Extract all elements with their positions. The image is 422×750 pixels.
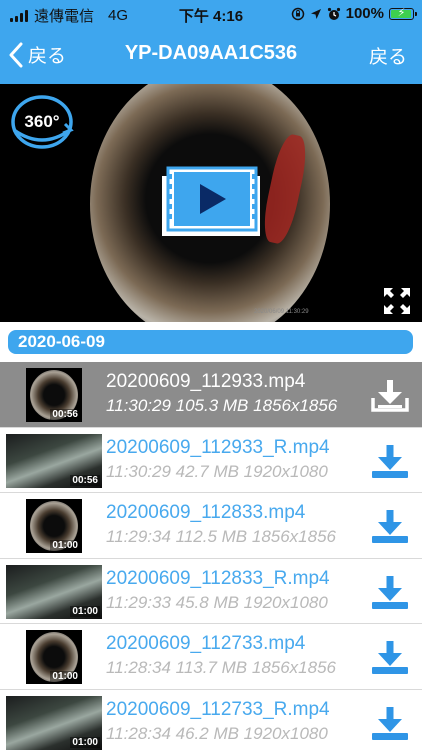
file-name: 20200609_112933.mp4 bbox=[106, 371, 306, 392]
file-name: 20200609_112833.mp4 bbox=[106, 502, 306, 523]
alarm-icon bbox=[327, 7, 340, 20]
download-icon[interactable] bbox=[370, 442, 410, 480]
file-name: 20200609_112933_R.mp4 bbox=[106, 436, 330, 458]
download-icon[interactable] bbox=[370, 376, 410, 414]
video-duration: 01:00 bbox=[70, 605, 100, 617]
battery-icon: ⚡ bbox=[389, 7, 417, 20]
video-duration: 01:00 bbox=[70, 736, 100, 748]
360-badge-text: 360° bbox=[24, 112, 59, 131]
back-button[interactable]: 戻る bbox=[8, 41, 66, 68]
video-thumbnail: 01:00 bbox=[26, 499, 82, 553]
video-duration: 00:56 bbox=[70, 474, 100, 486]
download-icon[interactable] bbox=[370, 573, 410, 611]
file-details: 11:28:34 113.7 MB 1856x1856 bbox=[106, 658, 336, 677]
navigation-bar: 戻る YP-DA09AA1C536 戻る bbox=[0, 28, 422, 84]
file-name: 20200609_112833_R.mp4 bbox=[106, 567, 330, 589]
file-list-item[interactable]: 00:56 20200609_112933.mp4 11:30:29 105.3 M… bbox=[0, 362, 422, 428]
video-thumbnail: 01:00 bbox=[26, 630, 82, 684]
file-list-item[interactable]: 01:00 20200609_112733.mp4 11:28:34 113.7 M… bbox=[0, 624, 422, 690]
video-thumbnail: 00:56 bbox=[6, 433, 102, 488]
video-duration: 00:56 bbox=[50, 409, 80, 420]
file-details: 11:28:34 46.2 MB 1920x1080 bbox=[106, 723, 328, 743]
rotation-lock-icon bbox=[291, 7, 304, 20]
return-button[interactable]: 戻る bbox=[369, 42, 407, 69]
file-details: 11:30:29 42.7 MB 1920x1080 bbox=[106, 461, 328, 481]
video-thumbnail: 01:00 bbox=[6, 695, 102, 750]
video-file-list: 00:56 20200609_112933.mp4 11:30:29 105.3 M… bbox=[0, 362, 422, 750]
file-details: 11:29:33 45.8 MB 1920x1080 bbox=[106, 592, 328, 612]
battery-percent: 100% bbox=[345, 5, 384, 22]
video-thumbnail: 01:00 bbox=[6, 564, 102, 619]
file-details: 11:29:34 112.5 MB 1856x1856 bbox=[106, 527, 336, 546]
360-view-icon[interactable]: 360° bbox=[10, 94, 74, 150]
play-video-button[interactable] bbox=[160, 166, 262, 238]
video-player[interactable]: 360° 2020/06/09 11:30:29 bbox=[0, 84, 422, 322]
back-button-label: 戻る bbox=[28, 46, 67, 67]
download-icon[interactable] bbox=[370, 704, 410, 742]
file-list-item[interactable]: 01:00 20200609_112733_R.mp4 11:28:34 46.2 … bbox=[0, 690, 422, 750]
file-details: 11:30:29 105.3 MB 1856x1856 bbox=[106, 396, 338, 415]
download-icon[interactable] bbox=[370, 507, 410, 545]
fullscreen-icon[interactable] bbox=[382, 286, 412, 316]
download-icon[interactable] bbox=[370, 638, 410, 676]
file-list-item[interactable]: 01:00 20200609_112833.mp4 11:29:34 112.5 M… bbox=[0, 493, 422, 559]
status-bar: 遠傳電信 4G 下午 4:16 100% ⚡ bbox=[0, 0, 422, 28]
file-list-item[interactable]: 00:56 20200609_112933_R.mp4 11:30:29 42.7 … bbox=[0, 428, 422, 493]
file-name: 20200609_112733.mp4 bbox=[106, 633, 306, 654]
video-overlay-timestamp: 2020/06/09 11:30:29 bbox=[254, 309, 309, 315]
file-name: 20200609_112733_R.mp4 bbox=[106, 698, 330, 720]
location-icon bbox=[310, 8, 321, 19]
video-thumbnail: 00:56 bbox=[26, 368, 82, 422]
date-section-header: 2020-06-09 bbox=[8, 330, 413, 354]
file-list-item[interactable]: 01:00 20200609_112833_R.mp4 11:29:33 45.8 … bbox=[0, 559, 422, 624]
video-duration: 01:00 bbox=[50, 671, 80, 682]
video-duration: 01:00 bbox=[50, 540, 80, 551]
chevron-left-icon bbox=[9, 42, 23, 67]
